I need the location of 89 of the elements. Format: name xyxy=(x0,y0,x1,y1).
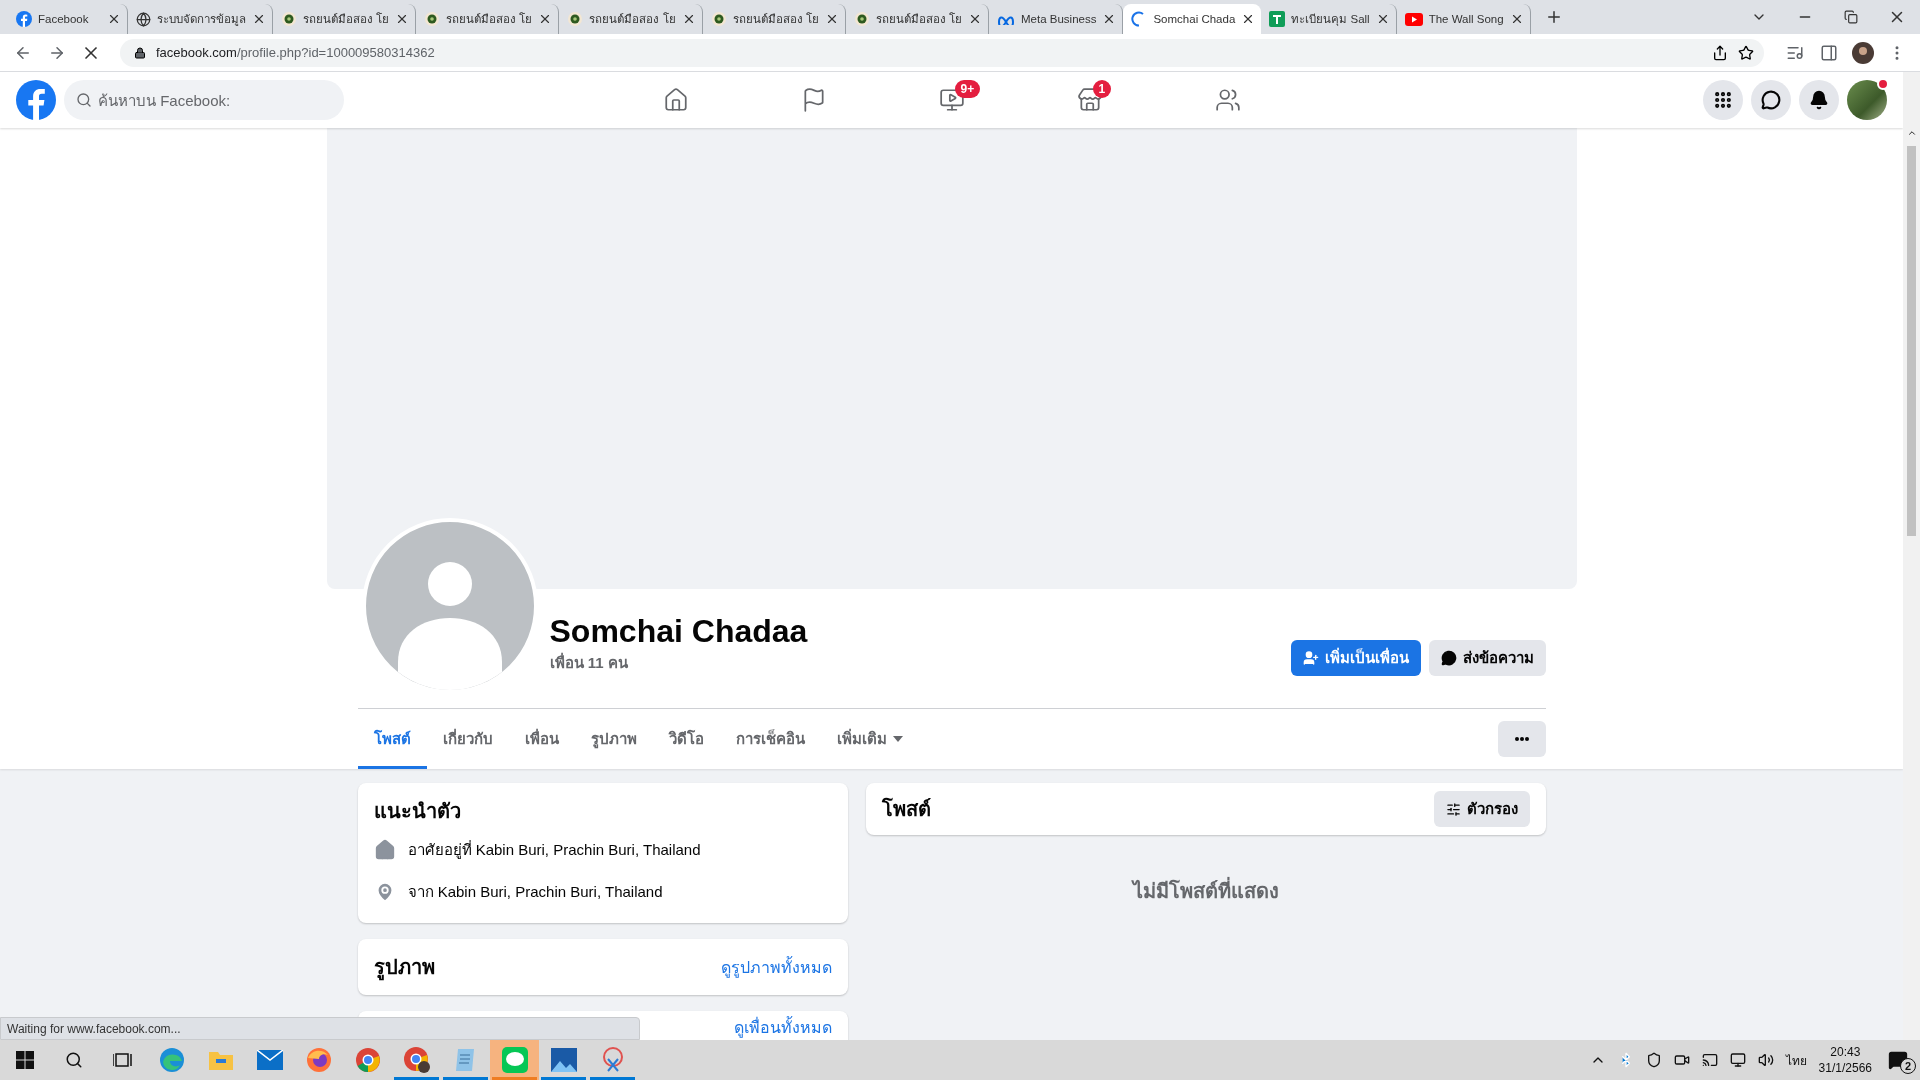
notification-badge: 9+ xyxy=(954,80,981,98)
status-text: Waiting for www.facebook.com... xyxy=(0,1017,640,1040)
messenger-button[interactable] xyxy=(1751,80,1791,120)
filter-icon xyxy=(1445,801,1461,817)
more-icon xyxy=(1514,737,1529,741)
chrome-icon xyxy=(402,1046,431,1074)
apps-menu-button[interactable] xyxy=(1703,80,1743,120)
play-icon xyxy=(1404,12,1423,26)
intro-item-text: จาก Kabin Buri, Prachin Buri, Thailand xyxy=(407,882,663,902)
filter-button[interactable]: ตัวกรอง xyxy=(1433,791,1530,827)
browser-tab[interactable]: รถยนต์มือสอง โย xyxy=(416,4,560,34)
bookmark-star-icon[interactable] xyxy=(1738,44,1754,61)
profile-tab[interactable]: เพื่อน xyxy=(508,709,575,769)
facebook-icon xyxy=(16,11,32,27)
account-avatar[interactable] xyxy=(1847,80,1887,120)
groups-icon xyxy=(1214,87,1241,113)
profile-tab[interactable]: โพสต์ xyxy=(357,709,427,769)
messenger-icon xyxy=(1440,650,1457,666)
notification-count: 2 xyxy=(1900,1058,1916,1074)
browser-tab[interactable]: ระบบจัดการข้อมูล xyxy=(128,4,273,34)
add-friend-button[interactable]: เพิ่มเป็นเพื่อน xyxy=(1290,640,1421,676)
home-icon xyxy=(662,87,689,113)
lock-icon xyxy=(134,46,146,59)
network-icon[interactable] xyxy=(1729,1052,1746,1068)
intro-item-text: อาศัยอยู่ที่ Kabin Buri, Prachin Buri, Thailand xyxy=(407,839,701,861)
browser-tab[interactable]: รถยนต์มือสอง โย xyxy=(559,4,703,34)
friends-count: เพื่อน 11 คน xyxy=(549,651,629,673)
scrollbar-thumb[interactable] xyxy=(1907,146,1916,536)
see-all-link[interactable]: ดูเพื่อนทั้งหมด xyxy=(733,1015,832,1040)
camera-icon[interactable] xyxy=(1673,1052,1690,1068)
more-options-button[interactable] xyxy=(1497,721,1546,757)
windows-start-icon[interactable] xyxy=(15,1051,34,1069)
side-panel-icon[interactable] xyxy=(1820,43,1838,62)
card-title: รูปภาพ xyxy=(373,951,435,983)
menu-icon xyxy=(1713,90,1733,110)
search-icon xyxy=(76,92,92,108)
shield-icon[interactable] xyxy=(1645,1052,1662,1068)
share-icon[interactable] xyxy=(1712,44,1728,61)
address-bar[interactable]: facebook.com/profile.php?id=100009580314362 xyxy=(120,38,1764,67)
display-icon[interactable] xyxy=(1701,1052,1718,1068)
scrollbar[interactable] xyxy=(1903,72,1920,1040)
profile-tab[interactable]: เกี่ยวกับ xyxy=(426,709,509,769)
notifications-button[interactable] xyxy=(1799,80,1839,120)
card-title: แนะนำตัว xyxy=(373,799,462,824)
notification-badge: 1 xyxy=(1092,80,1112,98)
chat-app-icon xyxy=(501,1047,528,1073)
see-all-link[interactable]: ดูรูปภาพทั้งหมด xyxy=(720,954,832,980)
firefox-icon xyxy=(305,1047,332,1073)
profile-tab[interactable]: วิดีโอ xyxy=(652,709,720,769)
browser-tab[interactable]: รถยนต์มือสอง โย xyxy=(845,4,989,34)
clock[interactable]: 20:43 31/1/2566 xyxy=(1818,1044,1872,1076)
infinity-icon xyxy=(997,13,1015,25)
card-title: โพสต์ xyxy=(881,796,931,822)
browser-tab[interactable]: The Wall Song xyxy=(1396,4,1531,34)
edge-icon xyxy=(158,1047,185,1073)
language-indicator[interactable]: ไทย xyxy=(1785,1050,1807,1070)
browser-tab[interactable]: ทะเบียนคุม Sall xyxy=(1261,4,1397,34)
close-icon[interactable] xyxy=(252,12,266,26)
profile-name: Somchai Chadaa xyxy=(549,612,809,651)
message-button[interactable]: ส่งข้อความ xyxy=(1428,640,1546,676)
chrome-icon xyxy=(354,1047,381,1073)
volume-icon[interactable] xyxy=(1757,1052,1774,1068)
search-icon[interactable] xyxy=(64,1051,83,1069)
browser-tab[interactable]: Somchai Chada xyxy=(1123,4,1262,34)
scroll-up-icon[interactable] xyxy=(1906,128,1917,138)
search-field[interactable]: ค้นหาบน Facebook: xyxy=(64,80,344,120)
profile-tab[interactable]: รูปภาพ xyxy=(574,709,653,769)
profile-tab[interactable]: เพิ่มเติม xyxy=(820,709,919,769)
restore-icon[interactable] xyxy=(1844,10,1858,24)
close-icon[interactable] xyxy=(107,12,121,26)
home-icon xyxy=(373,839,396,861)
folder-icon xyxy=(207,1049,234,1071)
mail-icon xyxy=(256,1050,283,1070)
globe-icon xyxy=(136,11,151,27)
profile-tab[interactable]: การเช็คอิน xyxy=(719,709,821,769)
task-view-icon[interactable] xyxy=(112,1051,133,1069)
browser-tab[interactable]: รถยนต์มือสอง โย xyxy=(702,4,846,34)
photos-icon xyxy=(550,1048,577,1072)
messenger-icon xyxy=(1761,90,1781,110)
close-icon[interactable] xyxy=(968,12,982,26)
browser-tab[interactable]: รถยนต์มือสอง โย xyxy=(273,4,417,34)
spreadsheet-icon xyxy=(1269,11,1286,27)
bell-icon xyxy=(1809,90,1829,110)
facebook-logo[interactable] xyxy=(16,80,56,120)
url-text: facebook.com/profile.php?id=100009580314362 xyxy=(156,45,436,60)
profile-avatar-icon[interactable] xyxy=(1852,41,1874,64)
empty-message: ไม่มีโพสต์ที่แสดง xyxy=(865,875,1546,907)
browser-tab[interactable]: Facebook xyxy=(8,4,128,34)
add-person-icon xyxy=(1302,650,1319,666)
